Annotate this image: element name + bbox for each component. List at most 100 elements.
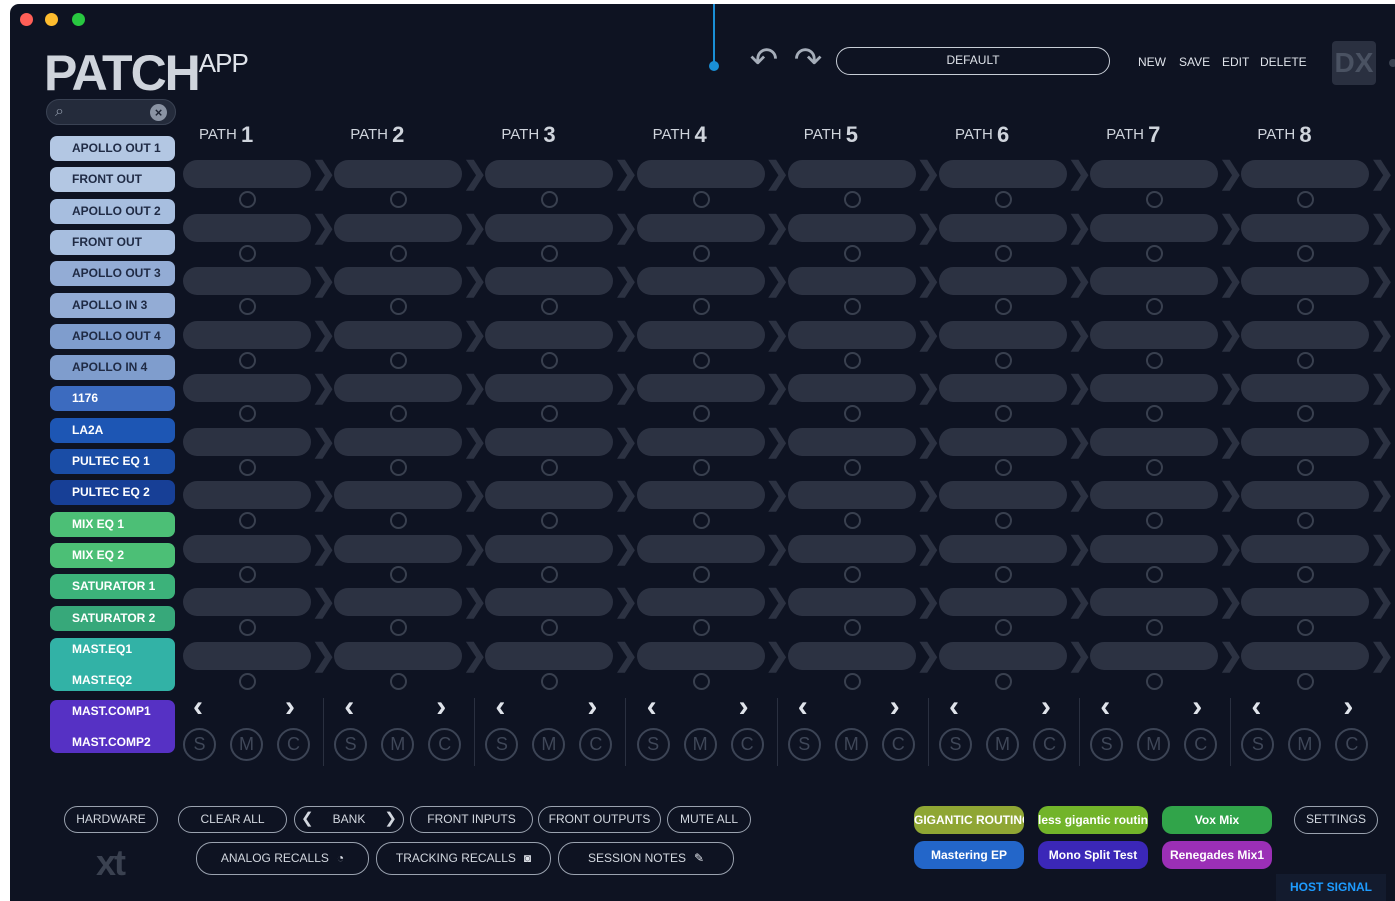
edit-preset-button[interactable]: EDIT xyxy=(1222,55,1249,69)
patch-slot[interactable] xyxy=(636,374,765,402)
zoom-window-button[interactable] xyxy=(72,13,85,26)
slot-toggle[interactable] xyxy=(1297,244,1315,262)
source-item[interactable]: LA2A xyxy=(50,417,175,443)
slot-toggle[interactable] xyxy=(1297,351,1315,369)
slot-toggle[interactable] xyxy=(995,619,1012,636)
patch-slot[interactable] xyxy=(485,374,614,402)
slot-toggle[interactable] xyxy=(541,191,559,208)
slot-toggle[interactable] xyxy=(995,244,1012,262)
patch-slot[interactable] xyxy=(183,374,311,402)
patch-slot[interactable] xyxy=(183,267,311,295)
slot-toggle[interactable] xyxy=(843,405,861,422)
path-prev-icon[interactable]: ‹ xyxy=(344,690,354,724)
path-next-icon[interactable]: › xyxy=(739,690,749,724)
patch-slot[interactable] xyxy=(1090,481,1219,509)
slot-toggle[interactable] xyxy=(239,565,256,583)
slot-toggle[interactable] xyxy=(692,565,710,583)
patch-slot[interactable] xyxy=(939,320,1067,349)
clear-button[interactable]: C xyxy=(881,728,915,761)
path-prev-icon[interactable]: ‹ xyxy=(193,690,203,724)
patch-slot[interactable] xyxy=(485,160,614,188)
hardware-button[interactable]: HARDWARE xyxy=(64,806,158,833)
path-next-icon[interactable]: › xyxy=(1343,690,1353,724)
patch-slot[interactable] xyxy=(636,320,765,349)
slot-toggle[interactable] xyxy=(843,565,861,583)
patch-slot[interactable] xyxy=(636,588,765,616)
session-button[interactable]: Mono Split Test xyxy=(1038,841,1148,869)
patch-slot[interactable] xyxy=(1241,641,1370,670)
session-button[interactable]: Mastering EP xyxy=(914,841,1024,869)
patch-slot[interactable] xyxy=(1241,320,1370,349)
solo-button[interactable]: S xyxy=(636,728,670,761)
mute-button[interactable]: M xyxy=(230,728,263,761)
source-item[interactable]: APOLLO IN 3 xyxy=(50,292,175,318)
patch-slot[interactable] xyxy=(1241,481,1370,509)
patch-slot[interactable] xyxy=(787,588,916,616)
slot-toggle[interactable] xyxy=(390,512,408,529)
source-group-item[interactable]: MAST.EQ1 MAST.EQ2 xyxy=(50,638,175,691)
patch-slot[interactable] xyxy=(183,588,311,616)
patch-slot[interactable] xyxy=(183,641,311,670)
tracking-recalls-button[interactable]: TRACKING RECALLS ◙ xyxy=(376,842,551,875)
clear-button[interactable]: C xyxy=(579,728,613,761)
patch-slot[interactable] xyxy=(787,427,916,456)
patch-slot[interactable] xyxy=(183,213,311,242)
patch-slot[interactable] xyxy=(183,320,311,349)
source-item[interactable]: SATURATOR 1 xyxy=(50,574,175,600)
patch-slot[interactable] xyxy=(485,427,614,456)
slot-toggle[interactable] xyxy=(843,191,861,208)
bank-selector[interactable]: ❮ BANK ❯ xyxy=(294,806,404,833)
slot-toggle[interactable] xyxy=(239,672,256,690)
patch-slot[interactable] xyxy=(636,213,765,242)
path-next-icon[interactable]: › xyxy=(1192,690,1202,724)
undo-icon[interactable]: ↶ xyxy=(746,42,782,78)
patch-slot[interactable] xyxy=(1090,427,1219,456)
patch-slot[interactable] xyxy=(939,374,1067,402)
path-prev-icon[interactable]: ‹ xyxy=(647,690,657,724)
path-next-icon[interactable]: › xyxy=(436,690,446,724)
slot-toggle[interactable] xyxy=(843,458,861,476)
patch-slot[interactable] xyxy=(334,588,463,616)
slot-toggle[interactable] xyxy=(390,619,408,636)
patch-slot[interactable] xyxy=(183,160,311,188)
slot-toggle[interactable] xyxy=(1297,298,1315,315)
patch-slot[interactable] xyxy=(939,160,1067,188)
save-preset-button[interactable]: SAVE xyxy=(1179,55,1210,69)
slot-toggle[interactable] xyxy=(1297,619,1315,636)
source-item[interactable]: FRONT OUT xyxy=(50,229,175,255)
patch-slot[interactable] xyxy=(939,267,1067,295)
new-preset-button[interactable]: NEW xyxy=(1138,55,1166,69)
source-item[interactable]: APOLLO OUT 1 xyxy=(50,136,175,161)
clear-button[interactable]: C xyxy=(428,728,462,761)
mute-button[interactable]: M xyxy=(532,728,566,761)
patch-slot[interactable] xyxy=(183,534,311,563)
slot-toggle[interactable] xyxy=(390,405,408,422)
mute-button[interactable]: M xyxy=(1288,728,1322,761)
patch-slot[interactable] xyxy=(787,213,916,242)
path-next-icon[interactable]: › xyxy=(1041,690,1051,724)
patch-slot[interactable] xyxy=(787,267,916,295)
slot-toggle[interactable] xyxy=(843,351,861,369)
dx-badge-button[interactable]: DX xyxy=(1332,41,1376,85)
slot-toggle[interactable] xyxy=(1297,672,1315,690)
slot-toggle[interactable] xyxy=(390,351,408,369)
path-prev-icon[interactable]: ‹ xyxy=(1251,690,1261,724)
slot-toggle[interactable] xyxy=(692,298,710,315)
patch-slot[interactable] xyxy=(334,534,463,563)
source-item[interactable]: APOLLO OUT 4 xyxy=(50,323,175,349)
slot-toggle[interactable] xyxy=(239,191,256,208)
slot-toggle[interactable] xyxy=(239,244,256,262)
slot-toggle[interactable] xyxy=(995,512,1012,529)
slot-toggle[interactable] xyxy=(692,619,710,636)
bank-prev-icon[interactable]: ❮ xyxy=(301,807,314,831)
patch-slot[interactable] xyxy=(636,481,765,509)
slot-toggle[interactable] xyxy=(541,512,559,529)
slot-toggle[interactable] xyxy=(390,672,408,690)
patch-slot[interactable] xyxy=(334,641,463,670)
patch-slot[interactable] xyxy=(334,160,463,188)
front-inputs-button[interactable]: FRONT INPUTS xyxy=(410,806,533,833)
slot-toggle[interactable] xyxy=(692,458,710,476)
slot-toggle[interactable] xyxy=(1146,565,1164,583)
redo-icon[interactable]: ↷ xyxy=(790,42,826,78)
slot-toggle[interactable] xyxy=(390,191,408,208)
